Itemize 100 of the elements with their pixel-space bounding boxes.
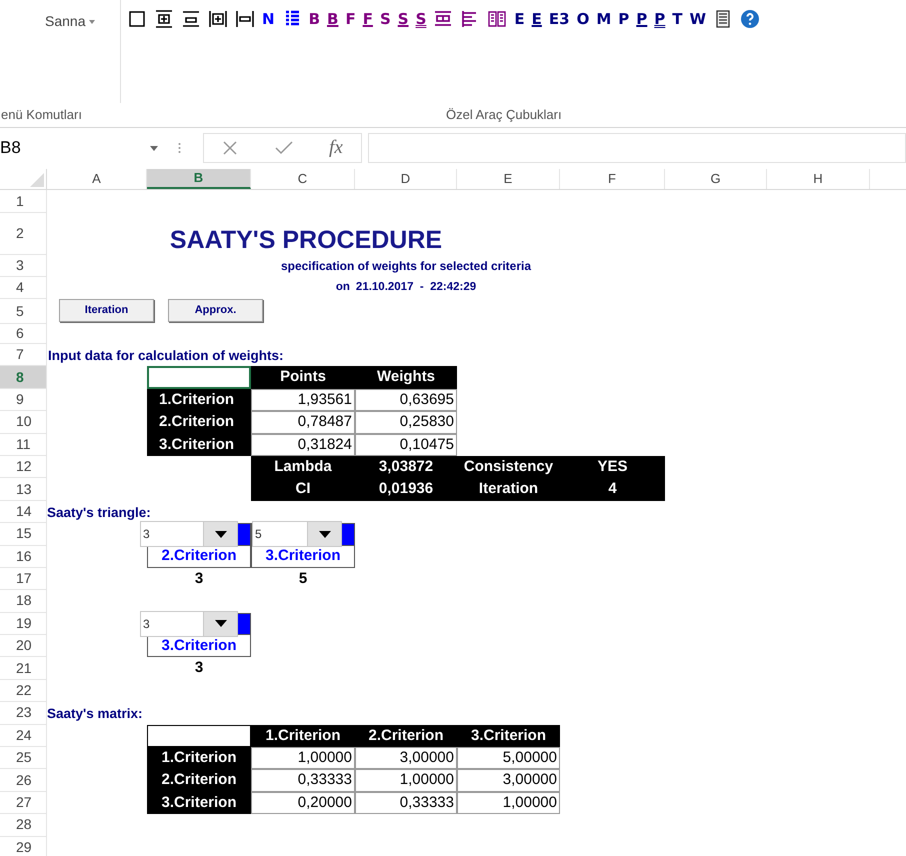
column-header[interactable]: B [147,169,251,189]
help-icon[interactable] [740,9,760,29]
column-header[interactable]: E [457,169,560,189]
row-header[interactable]: 4 [0,277,47,299]
dropdown[interactable]: 3 [140,521,238,548]
insert-function-button[interactable]: fx [329,134,343,162]
row-header[interactable]: 28 [0,814,47,837]
sheet-subtitle: specification of weights for selected criteria [280,258,532,275]
row-header[interactable]: 22 [0,680,47,702]
group-label: Özel Araç Çubukları [446,106,562,124]
formula-input[interactable] [368,133,906,163]
dropdown[interactable]: 5 [252,521,342,548]
format-letter-button[interactable]: P [618,12,630,26]
row-header[interactable]: 16 [0,546,47,568]
format-letter-button[interactable]: P [654,12,666,26]
column-header-cell: Points [251,366,355,389]
row-header[interactable]: 6 [0,324,47,344]
row-header[interactable]: 18 [0,590,47,613]
format-letter-button[interactable]: F [362,12,373,26]
format-letter-button[interactable]: S [416,12,426,26]
macro-button[interactable]: Approx. [168,299,263,322]
row-header[interactable]: 27 [0,792,47,814]
row-header[interactable]: 14 [0,500,47,524]
row-header[interactable]: 19 [0,612,47,636]
row-header[interactable]: 17 [0,568,47,590]
column-header[interactable]: C [251,169,355,189]
column-header[interactable]: H [767,169,870,189]
format-letter-button[interactable]: P [636,12,648,26]
box-plus-icon[interactable] [154,9,174,29]
criterion-cell: 2.Criterion [147,546,251,568]
format-letter-button[interactable]: B [327,12,338,26]
value-cell: 1,93561 [251,388,355,412]
square-icon[interactable] [127,9,147,29]
column-header[interactable]: D [355,169,457,189]
value-cell: 1,00000 [355,769,457,792]
macro-button[interactable]: Iteration [59,299,154,322]
column-header[interactable]: G [665,169,767,189]
dropdown[interactable]: 3 [140,610,238,637]
row-header[interactable]: 11 [0,434,47,456]
row-header[interactable]: 13 [0,478,47,501]
selected-cell[interactable] [147,366,251,389]
row-header-cell: 1.Criterion [147,388,251,412]
row-header[interactable]: 23 [0,702,47,725]
table-icon[interactable] [433,9,454,29]
format-letter-button[interactable]: F [345,12,356,26]
row-header-cell: 3.Criterion [147,434,251,456]
row-header[interactable]: 1 [0,190,47,213]
value-cell: 0,10475 [355,434,457,456]
column-header[interactable]: F [560,169,665,189]
format-letter-button[interactable]: E [532,12,542,26]
row-header[interactable]: 2 [0,213,47,255]
value-cell: 0,63695 [355,388,457,412]
font-dropdown[interactable]: Sanna [45,11,96,32]
column-header-cell: 1.Criterion [251,724,355,748]
summary-text: 3,03872 [378,456,434,477]
sheet-title: SAATY'S PROCEDURE [170,228,442,255]
row-header[interactable]: 21 [0,657,47,680]
format-letter-button[interactable]: T [672,12,682,26]
row-header[interactable]: 25 [0,747,47,770]
section-heading: Saaty's triangle: [47,504,151,522]
format-letter-button[interactable]: B [308,12,320,26]
checkmark-icon[interactable] [274,141,293,155]
column-minus-icon[interactable] [235,9,255,29]
row-header[interactable]: 12 [0,456,47,478]
dropdown-caret-icon [214,620,226,628]
summary-text: Lambda [274,456,332,477]
row-header[interactable]: 10 [0,411,47,434]
value-cell: 5,00000 [457,747,560,770]
row-header[interactable]: 20 [0,635,47,658]
lines-icon[interactable] [181,9,201,29]
timestamp: 21.10.2017 - 22:42:29 [356,280,476,296]
value-cell: 0,33333 [355,792,457,814]
column-header-cell: 3.Criterion [457,724,560,748]
format-letter-button[interactable]: S [380,12,391,26]
format-letter-button[interactable]: S [398,12,409,26]
format-letter-button[interactable]: E [514,12,525,26]
format-letter-button[interactable]: N [262,12,275,26]
row-header[interactable]: 26 [0,769,47,792]
format-letter-button[interactable]: E3 [548,12,570,26]
column-plus-icon[interactable] [208,9,228,29]
row-header[interactable]: 29 [0,836,47,856]
result-value: 3 [194,568,204,589]
row-header[interactable]: 24 [0,724,47,748]
value-cell: 0,33333 [251,769,355,792]
row-header[interactable]: 9 [0,388,47,412]
value-cell: 0,20000 [251,792,355,814]
summary-text: 4 [608,479,617,500]
row-header[interactable]: 15 [0,523,47,546]
summary-text: 0,01936 [378,479,434,500]
format-letter-button[interactable]: O [576,12,590,26]
summary-text: Iteration [478,479,538,500]
format-letter-button[interactable]: W [690,12,706,26]
format-letter-button[interactable]: M [596,12,612,26]
cancel-icon[interactable] [222,140,238,156]
row-header[interactable]: 8 [0,366,47,389]
column-header-cell: 2.Criterion [355,724,457,748]
book-icon[interactable] [487,9,508,29]
row-header[interactable]: 5 [0,299,47,324]
value-cell: 3,00000 [355,747,457,770]
row-header[interactable]: 3 [0,255,47,277]
